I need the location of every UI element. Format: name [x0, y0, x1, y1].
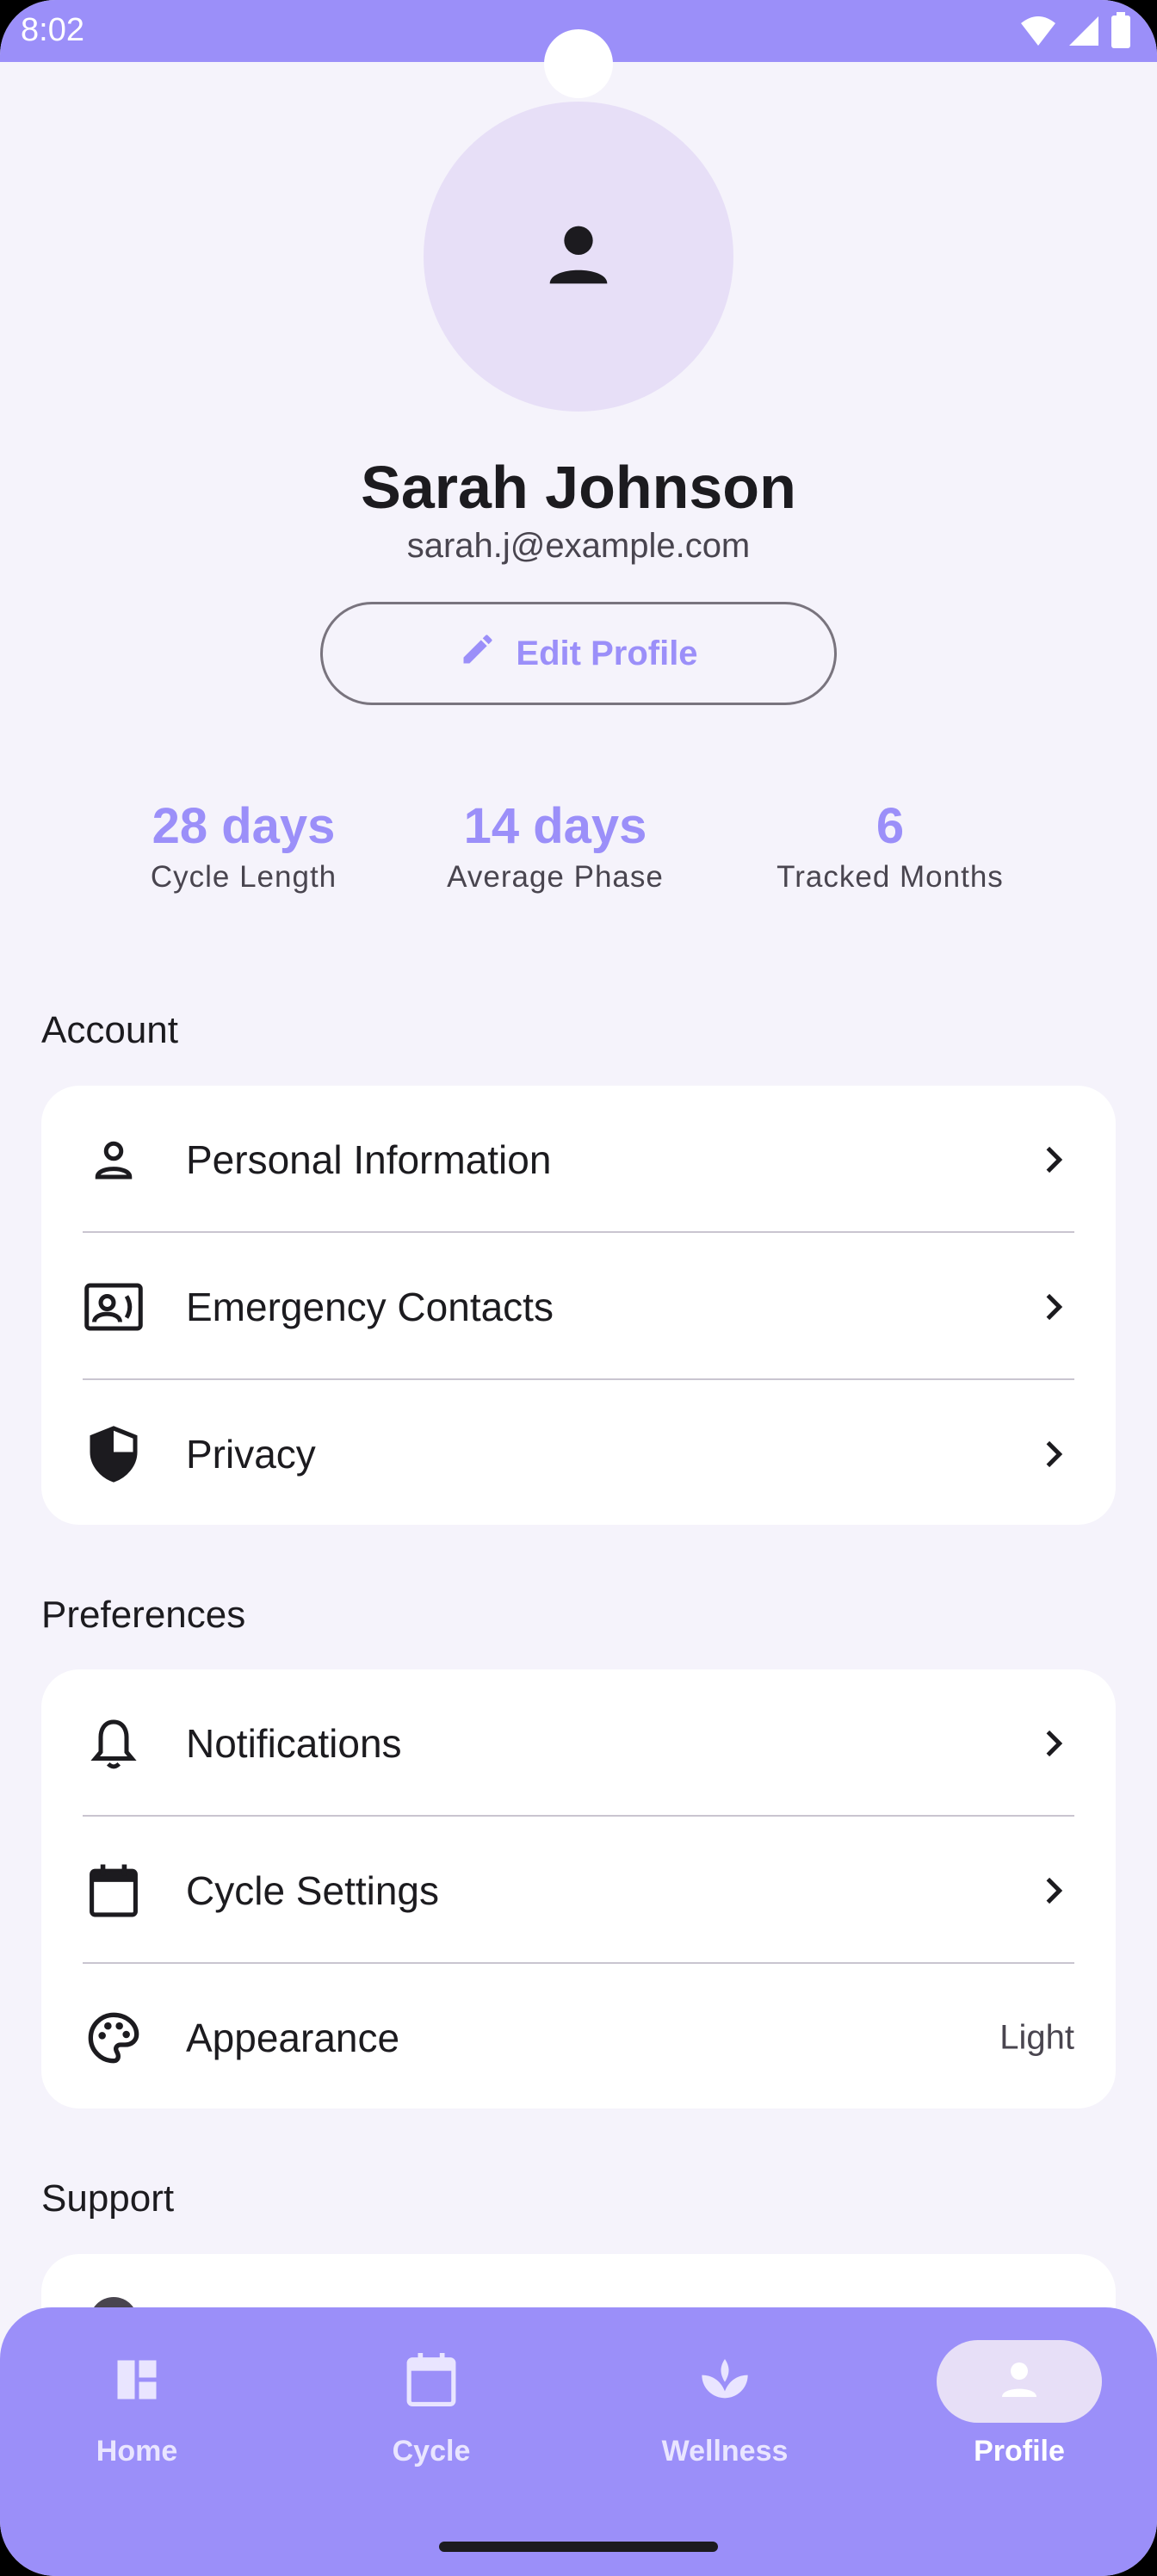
profile-name: Sarah Johnson: [361, 454, 796, 521]
nav-cycle[interactable]: Cycle: [328, 2340, 535, 2468]
person-icon: [535, 212, 622, 302]
avatar[interactable]: [424, 102, 733, 412]
stat-value: 6: [875, 798, 905, 854]
wifi-icon: [1019, 13, 1057, 52]
contact-card-icon: [83, 1276, 145, 1338]
shield-icon: [83, 1423, 145, 1485]
chevron-right-icon: [1033, 1286, 1074, 1328]
home-indicator[interactable]: [439, 2542, 718, 2552]
nav-label: Home: [96, 2435, 178, 2468]
lotus-icon: [697, 2354, 752, 2410]
status-time: 8:02: [21, 12, 84, 48]
section-title-support: Support: [41, 2177, 175, 2220]
bottom-nav: Home Cycle Wellness Profile: [0, 2307, 1157, 2576]
row-appearance[interactable]: Appearance Light: [41, 1964, 1116, 2111]
stat-average-phase: 14 days Average Phase: [434, 796, 677, 897]
row-label: Appearance: [186, 2015, 400, 2060]
nav-profile[interactable]: Profile: [916, 2340, 1123, 2468]
row-cycle-settings[interactable]: Cycle Settings: [41, 1817, 1116, 1964]
nav-wellness[interactable]: Wellness: [622, 2340, 828, 2468]
stat-value: 14 days: [463, 798, 647, 854]
nav-pill: [349, 2340, 514, 2423]
status-icons: [1019, 12, 1131, 53]
chevron-right-icon: [1033, 1139, 1074, 1180]
profile-screen: 8:02 Sarah Johnson sarah.j@example.com E…: [0, 0, 1157, 2576]
person-icon: [993, 2354, 1045, 2410]
chevron-right-icon: [1033, 1723, 1074, 1764]
row-label: Emergency Contacts: [186, 1284, 554, 1329]
row-label: Cycle Settings: [186, 1867, 440, 1913]
appearance-value: Light: [999, 2018, 1074, 2056]
nav-pill: [54, 2340, 220, 2423]
chevron-right-icon: [1033, 1870, 1074, 1911]
battery-icon: [1111, 12, 1131, 53]
nav-label: Wellness: [661, 2435, 789, 2468]
section-title-preferences: Preferences: [41, 1594, 246, 1636]
dashboard-icon: [111, 2354, 163, 2410]
stat-cycle-length: 28 days Cycle Length: [129, 796, 358, 897]
stat-label: Tracked Months: [776, 860, 1004, 894]
bell-icon: [83, 1712, 145, 1774]
edit-profile-label: Edit Profile: [516, 634, 698, 672]
palette-icon: [83, 2007, 145, 2069]
chevron-right-icon: [1033, 1434, 1074, 1475]
calendar-icon: [405, 2350, 458, 2413]
row-label: Privacy: [186, 1431, 316, 1477]
stat-tracked-months: 6 Tracked Months: [756, 796, 1024, 897]
preferences-card: Notifications Cycle Settings Appearance …: [41, 1669, 1116, 2108]
signal-icon: [1067, 13, 1100, 52]
row-label: Notifications: [186, 1720, 402, 1766]
nav-pill-active: [937, 2340, 1102, 2423]
row-emergency-contacts[interactable]: Emergency Contacts: [41, 1233, 1116, 1380]
camera-cutout: [544, 29, 613, 98]
stat-label: Average Phase: [447, 860, 664, 894]
row-personal-information[interactable]: Personal Information: [41, 1086, 1116, 1233]
account-card: Personal Information Emergency Contacts …: [41, 1086, 1116, 1525]
nav-pill: [642, 2340, 807, 2423]
section-title-account: Account: [41, 1009, 178, 1051]
edit-profile-button[interactable]: Edit Profile: [320, 602, 837, 705]
nav-label: Cycle: [392, 2435, 471, 2468]
nav-home[interactable]: Home: [34, 2340, 240, 2468]
calendar-icon: [83, 1860, 145, 1922]
pencil-icon: [459, 630, 497, 677]
stat-value: 28 days: [152, 798, 336, 854]
stat-label: Cycle Length: [150, 860, 337, 894]
row-privacy[interactable]: Privacy: [41, 1380, 1116, 1527]
row-label: Personal Information: [186, 1136, 552, 1182]
nav-label: Profile: [974, 2435, 1065, 2468]
person-outline-icon: [83, 1129, 145, 1191]
row-notifications[interactable]: Notifications: [41, 1669, 1116, 1817]
profile-email: sarah.j@example.com: [406, 527, 751, 565]
